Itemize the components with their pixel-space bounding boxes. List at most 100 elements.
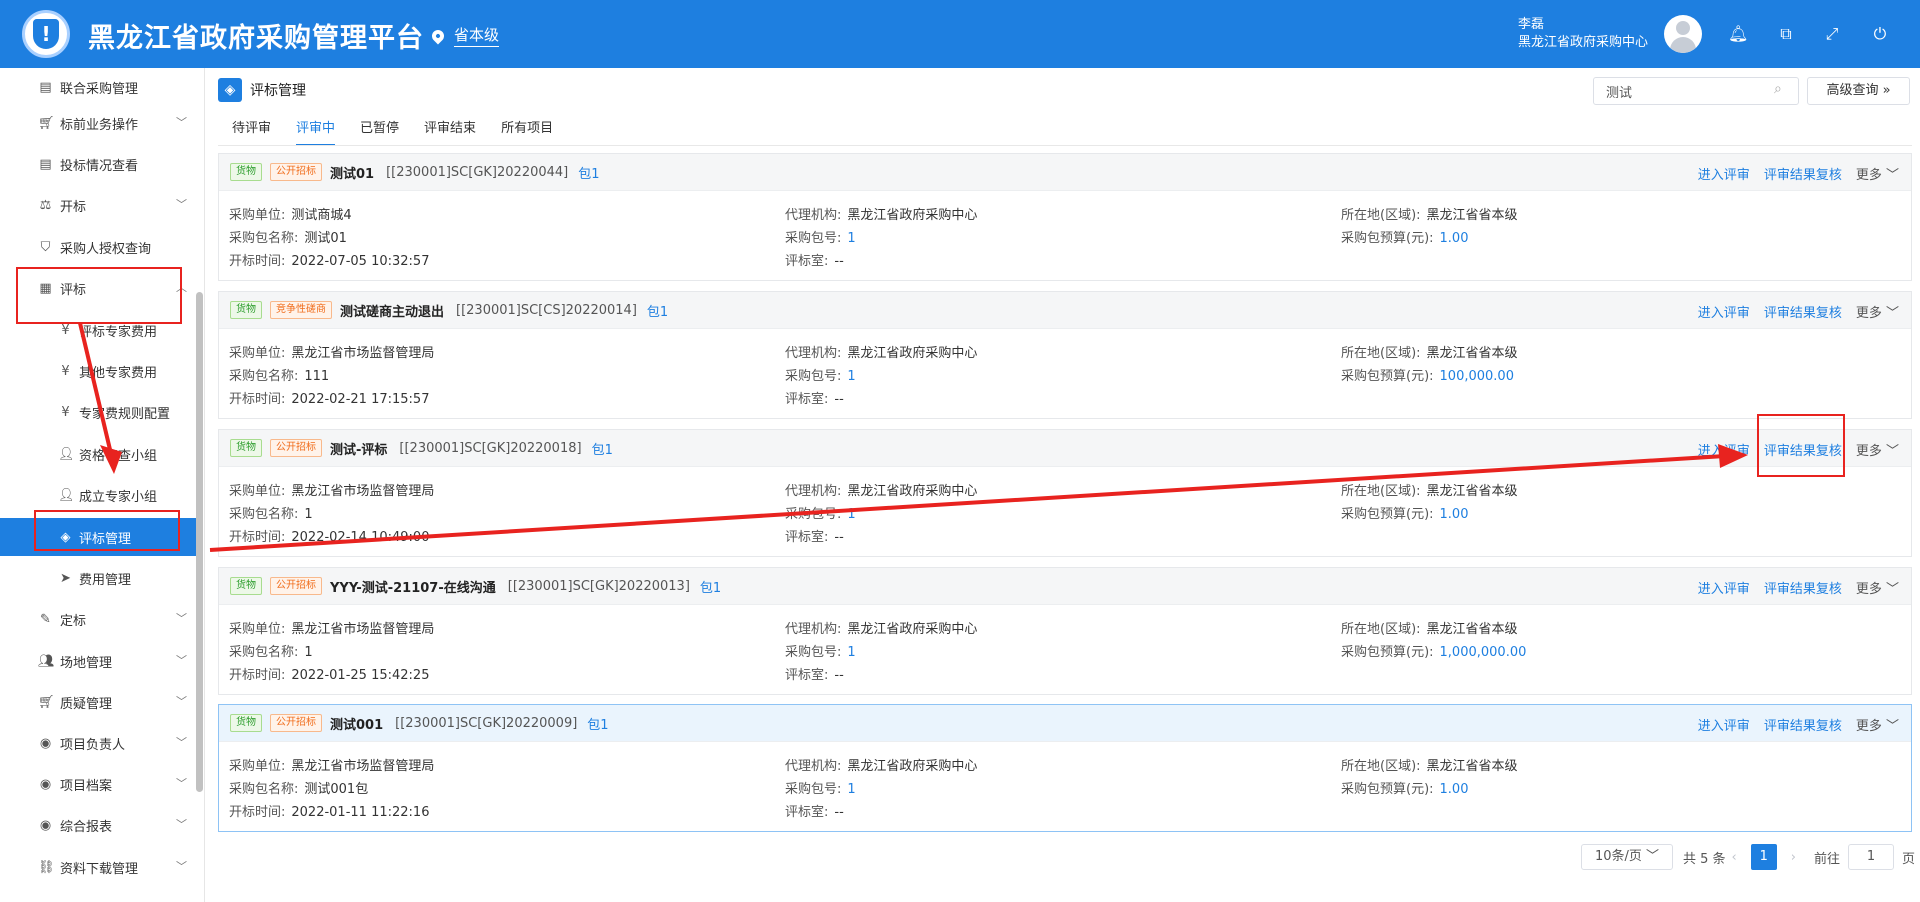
page-number-current[interactable]: 1 [1750,844,1777,870]
user-org: 黑龙江省政府采购中心 [1518,35,1649,50]
sidebar-item-downloads[interactable]: ⛓︎ 资料下载管理 ﹀ [0,848,196,886]
search-input[interactable] [1593,77,1799,105]
avatar[interactable] [1664,15,1702,53]
region-selector[interactable]: 省本级 [429,24,500,47]
chevron-down-icon: ﹀ [1885,444,1899,459]
cart-icon: 🛒︎ [38,694,55,710]
search-icon[interactable]: ⌕ [1774,82,1788,96]
project-card: 货物 公开招标 测试-评标 [[230001]SC[GK]20220018] 包… [218,429,1912,557]
total-count: 共 5 条 [1683,851,1726,867]
field-open-time: 开标时间: 2022-01-25 15:42:25 [229,668,430,683]
field-region: 所在地(区域): 黑龙江省省本级 [1341,484,1518,499]
tabs-divider [218,145,1912,146]
sidebar-item-pre-bid[interactable]: 🛒︎ 标前业务操作 ﹀ [0,104,196,142]
package-link[interactable]: 包1 [647,301,668,320]
field-open-time: 开标时间: 2022-01-11 11:22:16 [229,805,430,820]
package-link[interactable]: 包1 [578,163,599,182]
chevron-down-icon: ﹀ [176,654,187,667]
category-tag: 货物 [230,439,262,457]
status-tabs: 待评审 评审中 已暂停 评审结束 所有项目 [232,118,578,146]
field-package-no: 采购包号: 1 [785,782,856,797]
more-menu[interactable]: 更多 ﹀ [1856,578,1899,597]
enter-review-link[interactable]: 进入评审 [1698,578,1750,597]
review-recheck-link[interactable]: 评审结果复核 [1764,440,1842,459]
sidebar-item-evaluation-management[interactable]: ◈ 评标管理 [0,518,196,556]
prev-page-icon[interactable]: ‹ [1732,850,1737,865]
project-card: 货物 公开招标 YYY-测试-21107-在线沟通 [[230001]SC[GK… [218,567,1912,695]
chevron-down-icon: ﹀ [1646,849,1660,864]
sidebar-scrollbar[interactable] [196,292,203,792]
sidebar-item-project-archive[interactable]: ◉ 项目档案 ﹀ [0,765,196,803]
enter-review-link[interactable]: 进入评审 [1698,715,1750,734]
tab-paused[interactable]: 已暂停 [360,118,399,146]
project-code: [[230001]SC[GK]20220013] [507,578,690,594]
review-recheck-link[interactable]: 评审结果复核 [1764,715,1842,734]
more-menu[interactable]: 更多 ﹀ [1856,715,1899,734]
project-code: [[230001]SC[CS]20220014] [456,302,637,318]
project-title: 测试01 [330,166,375,182]
package-link[interactable]: 包1 [700,577,721,596]
field-open-time: 开标时间: 2022-02-21 17:15:57 [229,392,430,407]
review-recheck-link[interactable]: 评审结果复核 [1764,578,1842,597]
sidebar-item-joint-purchase[interactable]: ▤ 联合采购管理 [0,68,196,106]
category-tag: 货物 [230,163,262,181]
bell-icon[interactable]: 🔔︎ [1728,24,1748,44]
calendar-icon: ▦ [39,280,52,296]
sidebar-item-authorization[interactable]: ⛉ 采购人授权查询 [0,228,196,266]
review-recheck-link[interactable]: 评审结果复核 [1764,302,1842,321]
chevron-up-icon: ︿ [176,281,187,294]
field-agency: 代理机构: 黑龙江省政府采购中心 [785,346,978,361]
sidebar-item-other-expert-fee[interactable]: ¥ 其他专家费用 [0,352,196,390]
sidebar-item-bid-view[interactable]: ▤ 投标情况查看 [0,145,196,183]
power-icon[interactable]: ⏻ [1870,24,1890,44]
enter-review-link[interactable]: 进入评审 [1698,440,1750,459]
sidebar-item-fee-rules[interactable]: ¥ 专家费规则配置 [0,393,196,431]
field-room: 评标室: -- [785,254,844,269]
sidebar-item-award[interactable]: ✎ 定标 ﹀ [0,600,196,638]
sidebar-item-venue[interactable]: 👥︎ 场地管理 ﹀ [0,642,196,680]
tab-finished[interactable]: 评审结束 [424,118,476,146]
review-recheck-link[interactable]: 评审结果复核 [1764,164,1842,183]
sidebar-item-bid-opening[interactable]: ⚖︎ 开标 ﹀ [0,186,196,224]
tab-pending[interactable]: 待评审 [232,118,271,146]
tab-in-review[interactable]: 评审中 [296,118,336,146]
more-menu[interactable]: 更多 ﹀ [1856,302,1899,321]
project-code: [[230001]SC[GK]20220044] [386,164,569,180]
field-room: 评标室: -- [785,805,844,820]
package-link[interactable]: 包1 [587,714,608,733]
field-agency: 代理机构: 黑龙江省政府采购中心 [785,622,978,637]
advanced-search-button[interactable]: 高级查询 » [1807,77,1910,105]
next-page-icon[interactable]: › [1791,850,1796,865]
page-size-select[interactable]: 10条/页 ﹀ [1581,844,1673,870]
field-region: 所在地(区域): 黑龙江省省本级 [1341,622,1518,637]
sidebar-item-expert-fee[interactable]: ¥ 评标专家费用 [0,311,196,349]
project-title: 测试-评标 [330,442,388,458]
sidebar-item-qualification-group[interactable]: 👤︎ 资格审查小组 [0,435,196,473]
chevron-down-icon: ﹀ [176,612,187,625]
package-link[interactable]: 包1 [592,439,613,458]
sidebar-item-query[interactable]: 🛒︎ 质疑管理 ﹀ [0,683,196,721]
enter-review-link[interactable]: 进入评审 [1698,302,1750,321]
user-info[interactable]: 李磊 黑龙江省政府采购中心 [1518,16,1648,52]
screen-icon[interactable]: ⧉ [1776,24,1796,44]
field-package-name: 采购包名称: 测试001包 [229,782,369,797]
category-tag: 货物 [230,714,262,732]
goto-page-input[interactable]: 1 [1847,844,1894,870]
more-menu[interactable]: 更多 ﹀ [1856,164,1899,183]
field-unit: 采购单位: 黑龙江省市场监督管理局 [229,346,435,361]
tab-all[interactable]: 所有项目 [501,118,553,146]
category-tag: 货物 [230,301,262,319]
sidebar-item-fee-management[interactable]: ➤ 费用管理 [0,559,196,597]
fullscreen-icon[interactable]: ⤢ [1822,24,1842,44]
user-name: 李磊 [1518,17,1545,32]
field-package-no: 采购包号: 1 [785,507,856,522]
yen-icon: ¥ [61,363,70,379]
more-menu[interactable]: 更多 ﹀ [1856,440,1899,459]
sidebar-item-expert-group[interactable]: 👤︎ 成立专家小组 [0,476,196,514]
yen-icon: ¥ [61,404,70,420]
sidebar-item-evaluation[interactable]: ▦ 评标 ︿ [0,269,196,307]
enter-review-link[interactable]: 进入评审 [1698,164,1750,183]
sidebar-item-reports[interactable]: ◉ 综合报表 ﹀ [0,806,196,844]
field-region: 所在地(区域): 黑龙江省省本级 [1341,208,1518,223]
sidebar-item-project-owner[interactable]: ◉ 项目负责人 ﹀ [0,724,196,762]
